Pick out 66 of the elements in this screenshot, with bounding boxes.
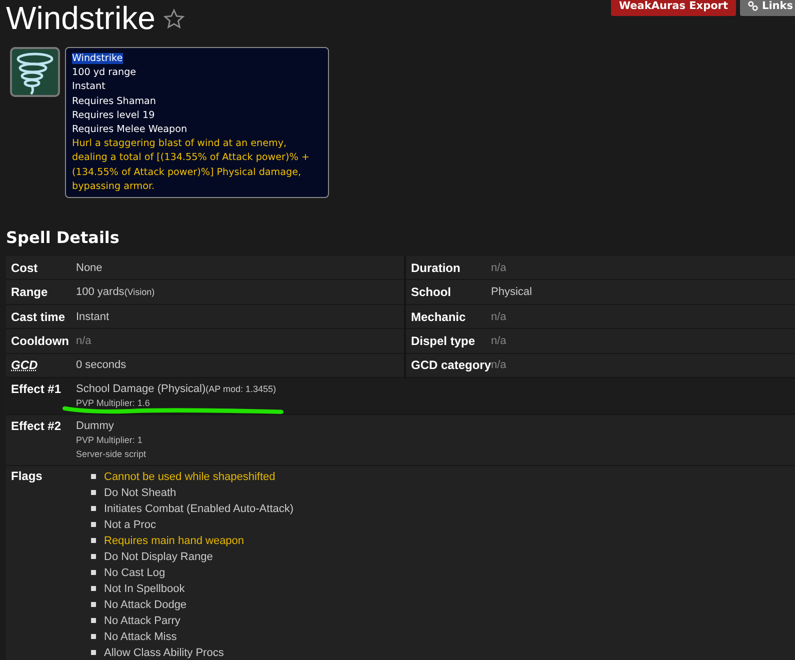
bullet-icon <box>91 554 96 560</box>
star-icon[interactable] <box>163 8 186 30</box>
bullet-icon <box>91 586 96 592</box>
detail-label: Mechanic <box>411 310 467 324</box>
flag-item: No Attack Miss <box>104 630 177 643</box>
flag-item: Not a Proc <box>104 518 156 531</box>
flag-item: Not In Spellbook <box>104 582 185 595</box>
tooltip-line: Instant <box>72 80 106 94</box>
detail-value: n/a <box>491 359 506 372</box>
bullet-icon <box>91 506 96 512</box>
detail-value: 100 yards(Vision) <box>76 286 155 298</box>
page-title: Windstrike <box>6 0 156 36</box>
effect-detail: PVP Multiplier: 1.6 <box>76 396 151 410</box>
effect-label: Effect #2 <box>11 418 62 435</box>
detail-value: None <box>76 262 102 274</box>
tooltip-line: Requires level 19 <box>72 108 156 123</box>
bullet-icon <box>91 538 96 544</box>
tooltip-line: Requires Shaman <box>72 94 158 109</box>
detail-value: n/a <box>491 310 506 322</box>
bullet-icon <box>91 490 96 496</box>
link-icon <box>748 1 758 11</box>
bullet-icon <box>91 474 96 480</box>
effect-value: School Damage (Physical)(AP mod: 1.3455) <box>76 382 276 396</box>
flag-item: No Attack Dodge <box>104 598 187 611</box>
tooltip-line: 100 yd range <box>72 66 138 80</box>
spell-description: Hurl a staggering blast of wind at an enemy, dealing a total of [(134.55% of Attack power)% + (134.55% of Attack power)%] Physical damage, bypassing armor. <box>72 137 310 194</box>
detail-label: GCD <box>11 358 39 372</box>
detail-label: Cast time <box>11 310 66 324</box>
detail-label: Duration <box>411 260 462 275</box>
detail-value: Physical <box>491 286 532 298</box>
flags-label: Flags <box>11 468 44 485</box>
flag-item: Allow Class Ability Procs <box>104 646 224 659</box>
spell-name: Windstrike <box>72 53 123 64</box>
detail-label: Range <box>11 285 49 300</box>
effect-label: Effect #1 <box>11 382 62 398</box>
export-button[interactable]: WeakAuras Export <box>610 0 736 16</box>
detail-label: Cooldown <box>11 334 70 348</box>
detail-value: n/a <box>76 334 92 347</box>
section-heading: Spell Details <box>6 228 120 248</box>
detail-label: GCD category <box>411 358 491 372</box>
flag-item: No Attack Parry <box>104 614 180 627</box>
flag-item: Requires main hand weapon <box>104 534 244 547</box>
detail-value: n/a <box>491 262 506 274</box>
effect-value: Dummy <box>76 418 115 433</box>
flag-item: Cannot be used while shapeshifted <box>104 470 276 483</box>
tornado-icon <box>10 47 60 97</box>
effect-detail: Server-side script <box>76 448 146 461</box>
links-button[interactable]: Links <box>740 0 795 16</box>
bullet-icon <box>91 650 96 656</box>
effect-detail: PVP Multiplier: 1 <box>76 434 144 447</box>
flag-item: Do Not Sheath <box>104 486 176 499</box>
detail-label: Cost <box>11 260 39 275</box>
detail-label: School <box>411 285 452 300</box>
bullet-icon <box>91 522 96 528</box>
flag-item: Do Not Display Range <box>104 550 213 563</box>
bullet-icon <box>91 602 96 608</box>
flag-item: No Cast Log <box>104 566 166 579</box>
detail-value: n/a <box>491 334 506 347</box>
detail-label: Dispel type <box>411 334 476 348</box>
detail-value: Instant <box>76 310 110 322</box>
flag-item: Initiates Combat (Enabled Auto-Attack) <box>104 502 294 515</box>
bullet-icon <box>91 570 96 576</box>
tooltip-line: Requires Melee Weapon <box>72 123 188 138</box>
detail-value: 0 seconds <box>76 359 126 372</box>
bullet-icon <box>91 618 96 624</box>
bullet-icon <box>91 634 96 640</box>
